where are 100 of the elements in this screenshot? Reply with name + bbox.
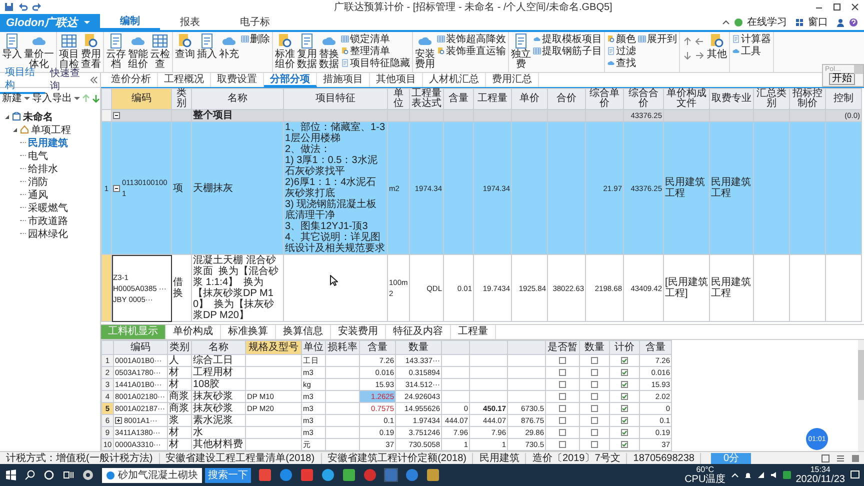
toolbar-button[interactable]: 导入 — [2, 33, 22, 60]
tab[interactable]: 安装费用 — [331, 325, 386, 339]
column-header[interactable]: 取费专业 — [710, 88, 754, 110]
menu-link[interactable]: 在线学习 — [747, 15, 787, 29]
arrow-down-icon[interactable] — [92, 94, 100, 102]
redo-icon[interactable] — [32, 2, 42, 12]
checkbox[interactable] — [591, 417, 598, 424]
toolbar-button[interactable]: 费用查看 — [81, 33, 101, 70]
toolbar-button[interactable]: 工具 — [732, 45, 771, 57]
app-icon[interactable] — [405, 468, 419, 482]
checkbox[interactable] — [559, 429, 566, 436]
column-header[interactable]: 汇总类别 — [754, 88, 790, 110]
toolbar-button[interactable]: 查找 — [607, 57, 636, 69]
app-icon[interactable] — [279, 468, 293, 482]
column-header[interactable]: 编码 — [112, 88, 172, 110]
tab[interactable]: 取费设置 — [211, 73, 264, 87]
toolbar-button[interactable]: 整理清单 — [341, 45, 410, 57]
column-header[interactable]: 单价 — [512, 88, 548, 110]
start-button[interactable]: 开始 — [829, 73, 855, 85]
tab[interactable]: 人材机汇总 — [423, 73, 486, 87]
help-icon[interactable] — [849, 18, 858, 26]
tab[interactable]: 措施项目 — [317, 73, 370, 87]
menu-tab[interactable]: 电子标 — [220, 14, 290, 30]
tree-item[interactable]: 单项工程 — [31, 122, 71, 136]
tree-item[interactable]: 电气 — [28, 148, 48, 162]
column-header[interactable]: 是否暂 — [546, 340, 580, 354]
column-header[interactable]: 控制 — [826, 88, 862, 110]
checkbox[interactable] — [591, 393, 598, 400]
tab[interactable]: 其他项目 — [370, 73, 423, 87]
toolbar-button[interactable]: 云存档 — [106, 33, 126, 70]
column-header[interactable]: 招标控制价 — [790, 88, 826, 110]
toolbar-button[interactable]: 云检查 — [150, 33, 170, 70]
toolbar-button[interactable]: 颜色 — [607, 33, 636, 45]
tab[interactable]: 工程量 — [451, 325, 496, 339]
tree-item[interactable]: 园林绿化 — [28, 226, 68, 240]
toolbar-button[interactable]: 复用数据 — [297, 33, 317, 70]
collapse-icon[interactable] — [90, 76, 98, 84]
toolbar-button[interactable]: 独立费 — [511, 33, 531, 70]
expand-box-icon[interactable] — [115, 417, 122, 424]
checkbox[interactable] — [559, 405, 566, 412]
column-header[interactable]: 含量 — [640, 340, 672, 354]
app-icon[interactable] — [782, 471, 791, 479]
toolbar-button[interactable]: 查询 — [175, 33, 195, 60]
notification-icon[interactable] — [850, 470, 860, 480]
toolbar-button[interactable]: 提取钢筋子目 — [533, 45, 602, 57]
column-header[interactable]: 单位 — [302, 340, 326, 354]
app-icon[interactable] — [342, 468, 356, 482]
scrollbar[interactable] — [858, 340, 864, 451]
caret-icon[interactable] — [74, 95, 80, 101]
tab[interactable]: 工程概况 — [158, 73, 211, 87]
view-icon[interactable] — [821, 454, 830, 462]
app-icon[interactable] — [300, 468, 314, 482]
column-header[interactable]: 综合单价 — [586, 88, 624, 110]
toolbar-link[interactable]: 新建 — [2, 91, 22, 105]
arrow-left-icon[interactable] — [695, 37, 704, 46]
table-icon[interactable] — [851, 454, 860, 462]
column-header[interactable]: 类别 — [172, 88, 192, 110]
tree-item[interactable]: 给排水 — [28, 162, 58, 176]
checkbox[interactable] — [591, 405, 598, 412]
checked-checkbox[interactable] — [621, 405, 628, 412]
toolbar-button[interactable]: 装饰垂直运输 — [437, 45, 506, 57]
tree-item[interactable]: 通风 — [28, 188, 48, 202]
column-header[interactable]: 损耗率 — [326, 340, 360, 354]
column-header[interactable]: 综合合价 — [624, 88, 664, 110]
arrow-right-icon[interactable] — [695, 51, 704, 60]
chevron-up-icon[interactable] — [730, 471, 739, 479]
tab[interactable]: 特征及内容 — [386, 325, 451, 339]
checkbox[interactable] — [559, 357, 566, 364]
toolbar-button[interactable]: 过滤 — [607, 45, 636, 57]
toolbar-button[interactable]: 插入 — [197, 33, 217, 60]
panel-tab[interactable]: 快速查询 — [45, 67, 90, 93]
tree-item[interactable]: 采暖燃气 — [28, 200, 68, 214]
column-header[interactable]: 数量 — [396, 340, 442, 354]
undo-icon[interactable] — [18, 2, 28, 12]
speaker-icon[interactable] — [770, 471, 778, 479]
collapse-box-icon[interactable] — [113, 112, 120, 119]
checked-checkbox[interactable] — [621, 357, 628, 364]
maximize-icon[interactable] — [832, 2, 842, 12]
checked-checkbox[interactable] — [621, 381, 628, 388]
column-header[interactable]: 数量 — [580, 340, 610, 354]
caret-icon[interactable] — [24, 95, 30, 101]
menu-tab[interactable]: 编制 — [100, 14, 160, 30]
toolbar-button[interactable]: 删除 — [241, 33, 270, 45]
task-view-icon[interactable] — [62, 469, 74, 481]
checked-checkbox[interactable] — [621, 429, 628, 436]
toolbar-button[interactable]: 提取模板项目 — [533, 33, 602, 45]
toolbar-button[interactable]: 智能组价 — [128, 33, 148, 70]
column-header[interactable]: 项目特征 — [284, 88, 388, 110]
gear-icon[interactable] — [81, 468, 95, 482]
circle-icon[interactable] — [43, 469, 55, 481]
column-header[interactable]: 编码 — [114, 340, 168, 354]
user-icon[interactable] — [836, 18, 845, 26]
app-icon[interactable] — [321, 468, 335, 482]
column-header[interactable]: 单位 — [388, 88, 410, 110]
column-header[interactable]: 名称 — [192, 340, 246, 354]
toolbar-button[interactable]: 补充 — [219, 33, 239, 60]
menu-tab[interactable]: 报表 — [160, 14, 220, 30]
column-header[interactable]: 计价 — [610, 340, 640, 354]
save-icon[interactable] — [4, 2, 14, 12]
checked-checkbox[interactable] — [621, 393, 628, 400]
